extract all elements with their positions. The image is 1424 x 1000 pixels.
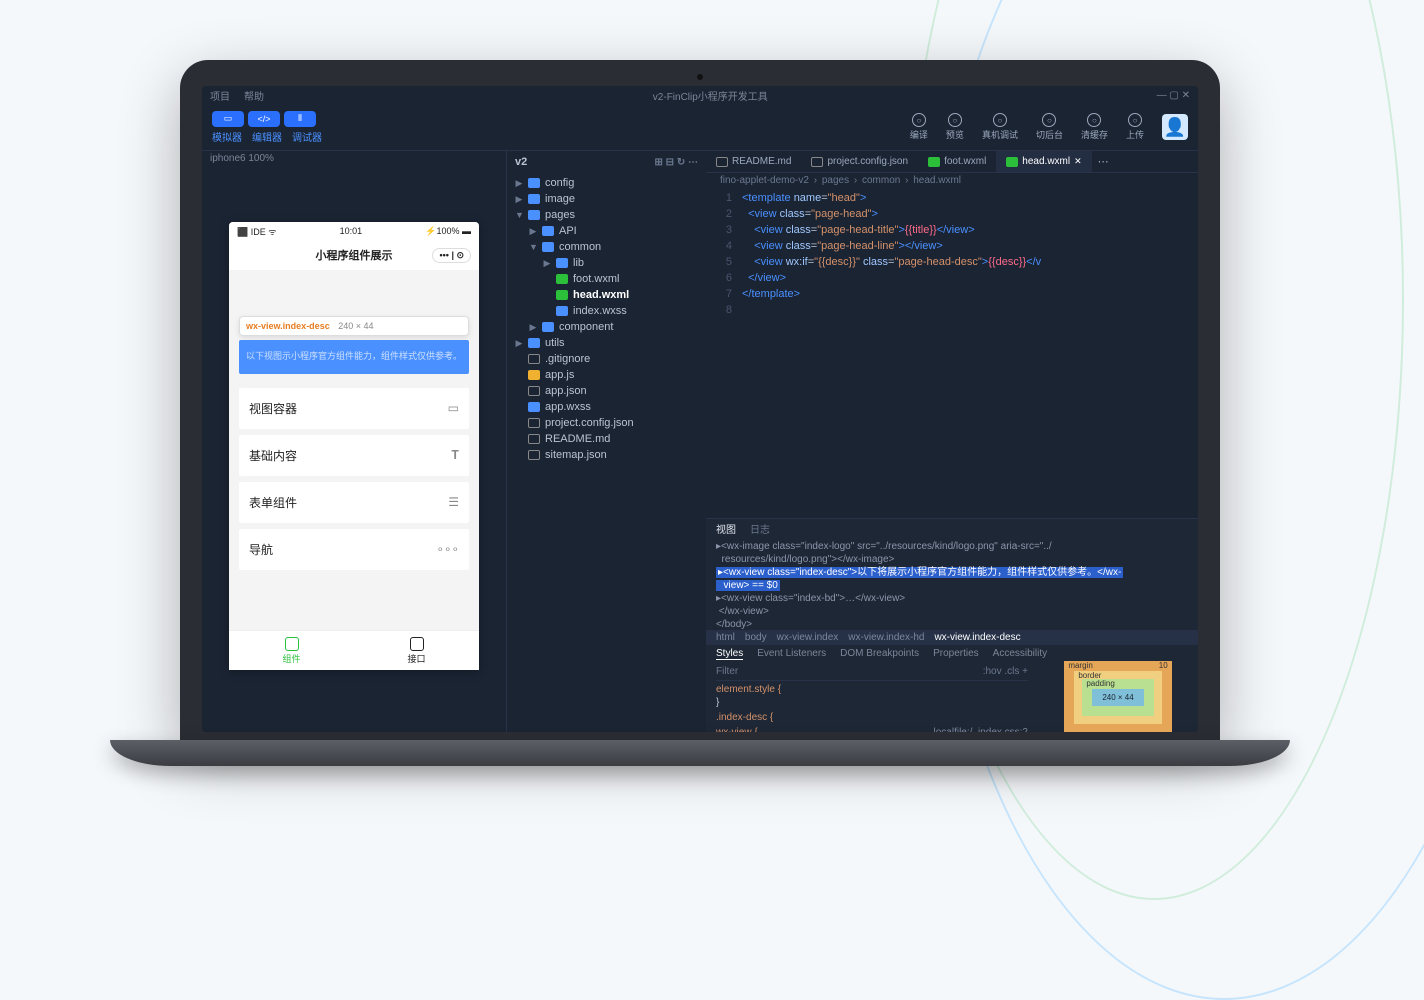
close-icon[interactable]: ✕ <box>1074 156 1082 167</box>
devtools-tab[interactable]: 视图 <box>716 521 736 536</box>
tab-overflow[interactable]: ⋯ <box>1092 155 1115 168</box>
tree-node[interactable]: sitemap.json <box>507 447 706 463</box>
menu-item[interactable]: 项目 <box>210 88 230 103</box>
tree-node[interactable]: app.json <box>507 383 706 399</box>
tree-node[interactable]: ▼pages <box>507 207 706 223</box>
file-explorer: v2 ⊞ ⊟ ↻ ⋯ ▶config▶image▼pages▶API▼commo… <box>506 150 706 732</box>
simulator-status: iphone6 100% <box>202 150 506 166</box>
explorer-actions[interactable]: ⊞ ⊟ ↻ ⋯ <box>655 157 698 168</box>
project-root: v2 <box>515 156 527 168</box>
editor-toggle[interactable]: </> <box>248 111 280 127</box>
editor-tab[interactable]: head.wxml✕ <box>996 151 1091 172</box>
window-title: v2-FinClip小程序开发工具 <box>264 88 1157 103</box>
toolbar-真机调试[interactable]: ○真机调试 <box>982 113 1018 141</box>
styles-tab[interactable]: Accessibility <box>993 648 1047 660</box>
devtools-panel: 视图日志 ▸<wx-image class="index-logo" src="… <box>706 518 1198 732</box>
phone-battery: ⚡100% ▬ <box>425 226 471 237</box>
tree-node[interactable]: ▶image <box>507 191 706 207</box>
styles-tab[interactable]: Styles <box>716 648 743 660</box>
elements-tree[interactable]: ▸<wx-image class="index-logo" src="../re… <box>706 538 1198 630</box>
simulator-pane: iphone6 100% ⬛ IDE ᯤ 10:01 ⚡100% ▬ 小程序组件… <box>202 150 506 732</box>
tree-node[interactable]: README.md <box>507 431 706 447</box>
tree-node[interactable]: index.wxss <box>507 303 706 319</box>
style-filter-controls[interactable]: :hov .cls + <box>983 665 1028 678</box>
tree-node[interactable]: ▶component <box>507 319 706 335</box>
editor-tab[interactable]: foot.wxml <box>918 151 996 172</box>
page-title: 小程序组件展示 <box>316 247 393 263</box>
phone-time: 10:01 <box>340 226 363 236</box>
laptop-base <box>110 740 1290 766</box>
style-filter-input[interactable]: Filter <box>716 665 738 678</box>
crumb[interactable]: wx-view.index-desc <box>934 632 1020 643</box>
box-model: margin 10 border padding 240 × 44 <box>1038 663 1198 732</box>
window-controls[interactable]: — ▢ ✕ <box>1157 90 1190 101</box>
debugger-toggle[interactable]: ⫴ <box>284 111 316 127</box>
tree-node[interactable]: app.js <box>507 367 706 383</box>
tree-node[interactable]: project.config.json <box>507 415 706 431</box>
ide-window: 项目帮助 v2-FinClip小程序开发工具 — ▢ ✕ ▭ </> ⫴ 模拟器… <box>202 86 1198 732</box>
inspect-tooltip: wx-view.index-desc 240 × 44 <box>239 316 469 336</box>
crumb[interactable]: html <box>716 632 735 643</box>
tree-node[interactable]: ▶utils <box>507 335 706 351</box>
list-item[interactable]: 基础内容𝐓 <box>239 435 469 476</box>
tree-node[interactable]: ▼common <box>507 239 706 255</box>
breadcrumb[interactable]: fino-applet-demo-v2 › pages › common › h… <box>706 173 1198 188</box>
editor-tab[interactable]: project.config.json <box>801 151 918 172</box>
list-item[interactable]: 导航∘∘∘ <box>239 529 469 570</box>
crumb[interactable]: wx-view.index-hd <box>848 632 924 643</box>
styles-tab[interactable]: Event Listeners <box>757 648 826 660</box>
phone-tab[interactable]: 接口 <box>354 631 479 670</box>
dom-breadcrumb[interactable]: html body wx-view.index wx-view.index-hd wx-… <box>706 630 1198 645</box>
tree-node[interactable]: head.wxml <box>507 287 706 303</box>
tree-node[interactable]: ▶lib <box>507 255 706 271</box>
toolbar-清缓存[interactable]: ○清缓存 <box>1081 113 1108 141</box>
tree-node[interactable]: ▶config <box>507 175 706 191</box>
styles-tab[interactable]: DOM Breakpoints <box>840 648 919 660</box>
main-toolbar: ▭ </> ⫴ 模拟器编辑器调试器 ○编译 ○预览 ○真机调试 ○切后台 ○清缓存 ○上传… <box>202 104 1198 150</box>
crumb[interactable]: wx-view.index <box>777 632 839 643</box>
editor-tab[interactable]: README.md <box>706 151 801 172</box>
styles-pane[interactable]: Filter :hov .cls + element.style {}.inde… <box>706 663 1038 732</box>
toolbar-预览[interactable]: ○预览 <box>946 113 964 141</box>
toolbar-切后台[interactable]: ○切后台 <box>1036 113 1063 141</box>
capsule-button[interactable]: ••• | ⊙ <box>432 248 471 263</box>
styles-tab[interactable]: Properties <box>933 648 979 660</box>
user-avatar[interactable]: 👤 <box>1162 114 1188 140</box>
tree-node[interactable]: .gitignore <box>507 351 706 367</box>
toolbar-上传[interactable]: ○上传 <box>1126 113 1144 141</box>
phone-tab[interactable]: 组件 <box>229 631 354 670</box>
toggle-label: 调试器 <box>292 129 322 144</box>
laptop-frame: 项目帮助 v2-FinClip小程序开发工具 — ▢ ✕ ▭ </> ⫴ 模拟器… <box>160 60 1240 766</box>
simulator-toggle[interactable]: ▭ <box>212 111 244 127</box>
titlebar: 项目帮助 v2-FinClip小程序开发工具 — ▢ ✕ <box>202 86 1198 104</box>
tree-node[interactable]: app.wxss <box>507 399 706 415</box>
tree-node[interactable]: foot.wxml <box>507 271 706 287</box>
phone-carrier: ⬛ IDE ᯤ <box>237 225 276 238</box>
toggle-label: 编辑器 <box>252 129 282 144</box>
menu-item[interactable]: 帮助 <box>244 88 264 103</box>
crumb[interactable]: body <box>745 632 767 643</box>
tree-node[interactable]: ▶API <box>507 223 706 239</box>
phone-preview[interactable]: ⬛ IDE ᯤ 10:01 ⚡100% ▬ 小程序组件展示 ••• | ⊙ wx… <box>229 222 479 670</box>
devtools-tab[interactable]: 日志 <box>750 521 770 536</box>
list-item[interactable]: 视图容器▭ <box>239 388 469 429</box>
code-editor[interactable]: 1<template name="head">2 <view class="pa… <box>706 188 1198 518</box>
toolbar-编译[interactable]: ○编译 <box>910 113 928 141</box>
inspect-highlight: 以下视图示小程序官方组件能力，组件样式仅供参考。 <box>239 340 469 374</box>
list-item[interactable]: 表单组件☰ <box>239 482 469 523</box>
toggle-label: 模拟器 <box>212 129 242 144</box>
camera-notch <box>697 74 703 80</box>
